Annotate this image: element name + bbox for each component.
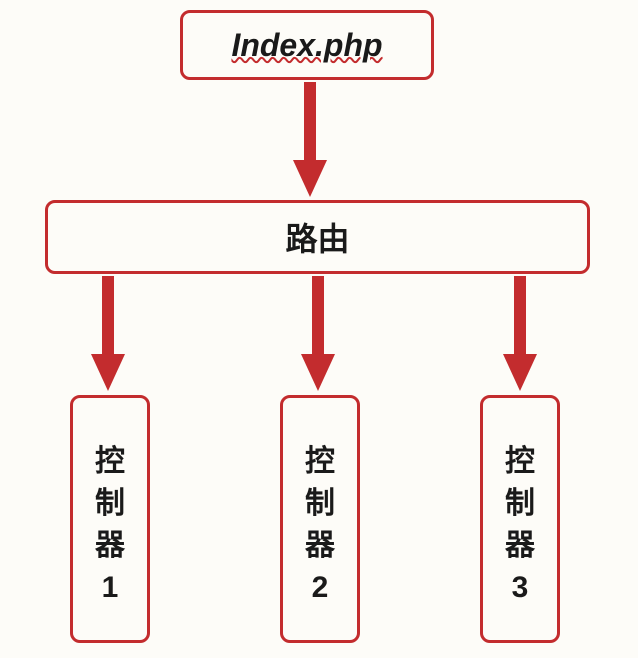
controller-label-2: 控制器2 [305, 441, 335, 609]
arrow-router-to-c1 [88, 276, 128, 391]
arrow-router-to-c3 [500, 276, 540, 391]
entry-node: Index.php [180, 10, 434, 80]
controller-node-1: 控制器1 [70, 395, 150, 643]
controller-node-2: 控制器2 [280, 395, 360, 643]
controller-node-3: 控制器3 [480, 395, 560, 643]
entry-label: Index.php [231, 27, 382, 64]
arrow-entry-to-router [290, 82, 330, 197]
router-node: 路由 [45, 200, 590, 274]
controller-label-3: 控制器3 [505, 441, 535, 609]
arrow-router-to-c2 [298, 276, 338, 391]
router-label: 路由 [285, 214, 349, 260]
controller-label-1: 控制器1 [95, 441, 125, 609]
